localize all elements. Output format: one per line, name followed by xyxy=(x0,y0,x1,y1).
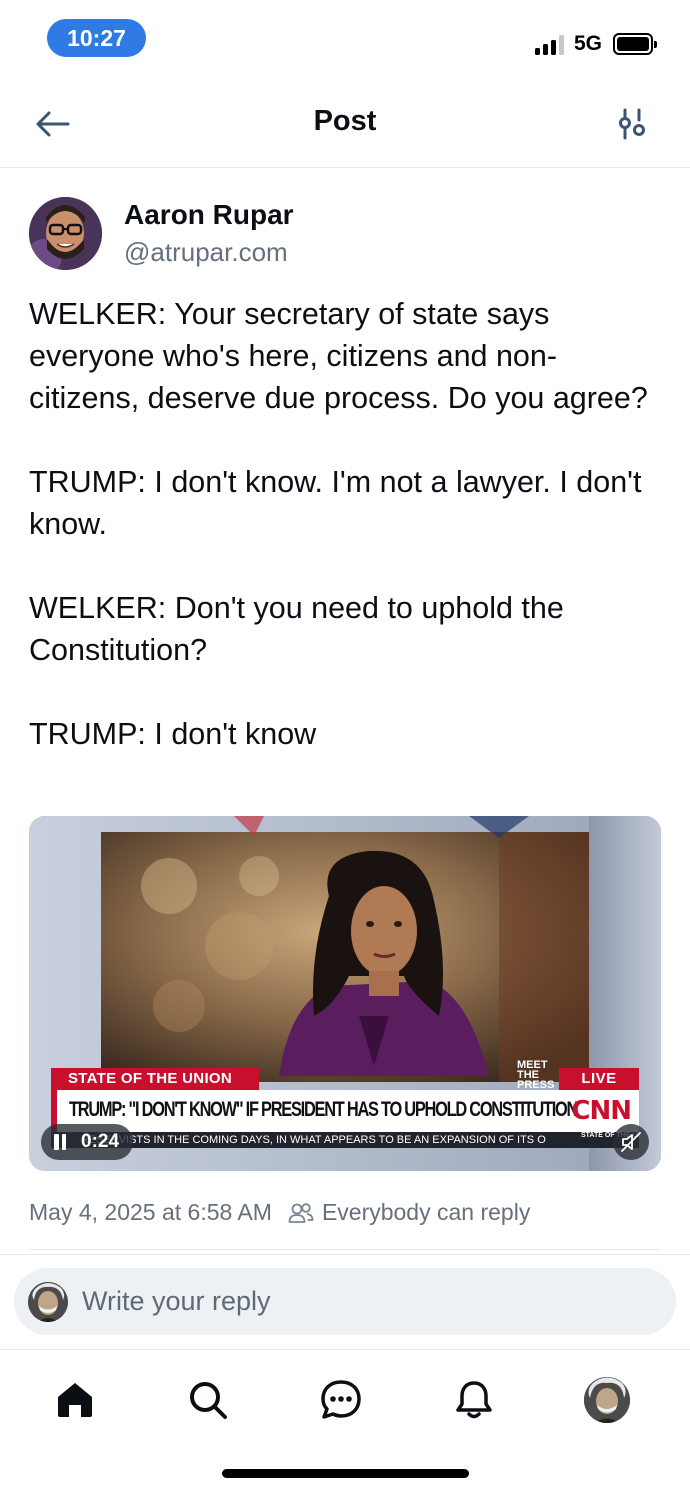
reply-composer[interactable]: Write your reply xyxy=(14,1268,676,1335)
mute-button[interactable] xyxy=(613,1124,649,1160)
ticker-brand: STATE OF THE UNION xyxy=(577,1132,639,1140)
playback-control[interactable]: 0:24 xyxy=(41,1124,134,1160)
people-icon xyxy=(288,1202,314,1224)
post-paragraph: WELKER: Your secretary of state says eve… xyxy=(29,297,648,415)
news-ticker: RESERVISTS IN THE COMING DAYS, IN WHAT A… xyxy=(51,1132,639,1148)
author-name[interactable]: Aaron Rupar xyxy=(124,199,294,231)
news-headline: TRUMP: "I DON'T KNOW" IF PRESIDENT HAS T… xyxy=(69,1098,578,1121)
chat-tab[interactable] xyxy=(315,1374,367,1426)
author-avatar[interactable] xyxy=(29,197,102,270)
my-avatar xyxy=(28,1281,68,1322)
status-time: 10:27 xyxy=(47,19,146,57)
author-handle[interactable]: @atrupar.com xyxy=(124,237,288,268)
profile-tab[interactable] xyxy=(581,1374,633,1426)
search-icon xyxy=(190,1382,227,1419)
chat-bubble-icon xyxy=(321,1380,361,1419)
reply-setting[interactable]: Everybody can reply xyxy=(322,1199,530,1226)
thread-preferences-button[interactable] xyxy=(610,102,654,146)
post-header: Post xyxy=(0,80,690,168)
profile-avatar xyxy=(584,1377,630,1423)
elapsed-time: 0:24 xyxy=(81,1131,120,1152)
battery-icon xyxy=(613,33,657,55)
news-lower-third: STATE OF THE UNION MEET THE PRESS LIVE T… xyxy=(51,1060,639,1148)
sliders-icon xyxy=(619,108,645,140)
page-title: Post xyxy=(313,105,377,137)
post-paragraph: TRUMP: I don't know. I'm not a lawyer. I… xyxy=(29,465,642,541)
reply-input[interactable]: Write your reply xyxy=(82,1286,271,1317)
post-paragraph: TRUMP: I don't know xyxy=(29,717,317,751)
bell-icon xyxy=(456,1381,492,1419)
live-badge: LIVE xyxy=(559,1068,639,1090)
video-player[interactable]: STATE OF THE UNION MEET THE PRESS LIVE T… xyxy=(29,816,661,1171)
cnn-logo: CNN xyxy=(571,1096,632,1126)
home-tab[interactable] xyxy=(49,1374,101,1426)
divider xyxy=(0,1254,690,1255)
post-meta: May 4, 2025 at 6:58 AM Everybody can rep… xyxy=(29,1199,530,1226)
post-timestamp: May 4, 2025 at 6:58 AM xyxy=(29,1199,272,1225)
network-label: 5G xyxy=(574,32,603,55)
ticker-text: RESERVISTS IN THE COMING DAYS, IN WHAT A… xyxy=(81,1134,546,1146)
divider xyxy=(29,1249,661,1250)
headline-bar: TRUMP: "I DON'T KNOW" IF PRESIDENT HAS T… xyxy=(51,1090,639,1132)
notifications-tab[interactable] xyxy=(448,1374,500,1426)
meet-the-press-badge: MEET THE PRESS xyxy=(517,1059,555,1091)
post-text: WELKER: Your secretary of state says eve… xyxy=(29,293,661,755)
status-bar: 10:27 5G xyxy=(0,0,690,80)
home-indicator xyxy=(222,1469,469,1478)
speaker-muted-icon xyxy=(621,1132,641,1152)
signal-icon xyxy=(535,33,567,55)
bottom-tab-bar xyxy=(0,1350,690,1445)
home-icon xyxy=(58,1383,92,1417)
pause-icon[interactable] xyxy=(53,1134,67,1150)
show-label: STATE OF THE UNION xyxy=(51,1068,259,1090)
post-paragraph: WELKER: Don't you need to uphold the Con… xyxy=(29,591,564,667)
search-tab[interactable] xyxy=(182,1374,234,1426)
